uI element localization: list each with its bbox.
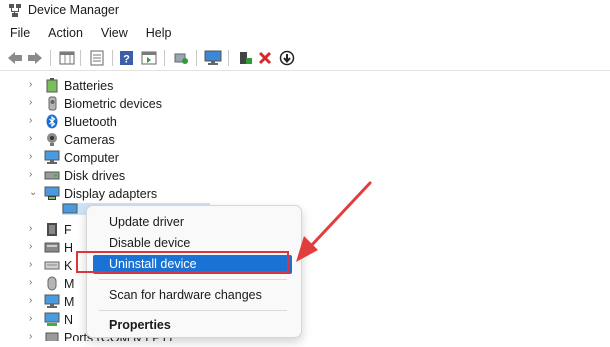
chevron-right-icon[interactable]: › (29, 278, 39, 288)
tree-item-computer[interactable]: › Computer (0, 149, 610, 167)
disable-device-icon[interactable] (278, 49, 296, 67)
menu-help[interactable]: Help (146, 26, 180, 44)
annotation-highlight-box (76, 251, 289, 273)
chevron-right-icon[interactable]: › (29, 332, 39, 342)
scan-hardware-icon[interactable] (172, 49, 190, 67)
chevron-right-icon[interactable]: › (29, 314, 39, 324)
chevron-right-icon[interactable]: › (29, 80, 39, 90)
tree-item-label: K (64, 259, 73, 273)
chevron-right-icon[interactable]: › (29, 170, 39, 180)
keyboard-icon (44, 261, 60, 270)
window-title: Device Manager (28, 3, 120, 17)
computer-icon (44, 150, 60, 164)
tree-item-disk-drives[interactable]: › Disk drives (0, 167, 610, 185)
tree-item-label: M (64, 295, 75, 309)
disk-drive-icon (44, 171, 60, 180)
menu-view[interactable]: View (101, 26, 136, 44)
tree-item-label: H (64, 241, 74, 255)
forward-arrow-icon[interactable] (26, 49, 44, 67)
chevron-right-icon[interactable]: › (29, 152, 39, 162)
toolbar-separator (80, 50, 81, 66)
tree-item-label: F (64, 223, 72, 237)
scan-hardware-menu-item[interactable]: Scan for hardware changes (109, 288, 262, 302)
toolbar-separator (50, 50, 51, 66)
menu-separator (99, 279, 287, 280)
update-driver-icon[interactable] (236, 49, 254, 67)
mouse-icon (47, 276, 57, 291)
properties-menu-item[interactable]: Properties (109, 318, 171, 332)
device-manager-app-icon (9, 4, 21, 17)
menu-separator (99, 310, 287, 311)
properties-grid-icon[interactable] (58, 49, 76, 67)
chevron-right-icon[interactable]: › (29, 242, 39, 252)
biometric-device-icon (48, 96, 57, 111)
chevron-right-icon[interactable]: › (29, 134, 39, 144)
toolbar-separator (228, 50, 229, 66)
tree-item-label: Display adapters (64, 187, 158, 201)
monitor-icon[interactable] (204, 49, 222, 67)
update-driver-menu-item[interactable]: Update driver (109, 215, 184, 229)
tree-item-label: Disk drives (64, 169, 126, 183)
display-adapter-icon (62, 203, 78, 214)
title-bar: Device Manager (0, 0, 610, 22)
human-interface-device-icon (44, 242, 60, 253)
display-adapter-icon (44, 186, 60, 200)
firmware-icon (47, 223, 57, 236)
chevron-right-icon[interactable]: › (29, 98, 39, 108)
tree-item-biometric-devices[interactable]: › Biometric devices (0, 95, 610, 113)
tree-item-label: M (64, 277, 75, 291)
svg-text:?: ? (123, 54, 130, 66)
menu-action[interactable]: Action (48, 26, 91, 44)
toolbar-separator (196, 50, 197, 66)
toolbar-separator (164, 50, 165, 66)
chevron-right-icon[interactable]: › (29, 116, 39, 126)
tree-item-label: Biometric devices (64, 97, 162, 111)
toolbar: ? (0, 46, 610, 71)
battery-icon (46, 78, 58, 93)
uninstall-x-icon[interactable] (256, 49, 274, 67)
chevron-down-icon[interactable]: ⌄ (29, 188, 39, 198)
help-icon[interactable]: ? (118, 49, 136, 67)
show-hidden-icon[interactable] (88, 49, 106, 67)
disable-device-menu-item[interactable]: Disable device (109, 236, 190, 250)
tree-item-label: Computer (64, 151, 119, 165)
port-icon (45, 332, 59, 341)
chevron-right-icon[interactable]: › (29, 224, 39, 234)
camera-icon (47, 133, 57, 146)
menu-file[interactable]: File (10, 26, 38, 44)
action-pane-icon[interactable] (140, 49, 158, 67)
toolbar-separator (112, 50, 113, 66)
tree-item-label: N (64, 313, 74, 327)
tree-item-batteries[interactable]: › Batteries (0, 77, 610, 95)
chevron-right-icon[interactable]: › (29, 260, 39, 270)
tree-item-label: Cameras (64, 133, 115, 147)
monitor-device-icon (44, 294, 60, 308)
back-arrow-icon[interactable] (6, 49, 24, 67)
bluetooth-icon (46, 114, 58, 129)
tree-item-label: Batteries (64, 79, 114, 93)
network-adapter-icon (44, 312, 60, 326)
tree-item-bluetooth[interactable]: › Bluetooth (0, 113, 610, 131)
menu-bar: File Action View Help (0, 26, 180, 44)
chevron-right-icon[interactable]: › (29, 296, 39, 306)
tree-item-cameras[interactable]: › Cameras (0, 131, 610, 149)
tree-item-display-adapters[interactable]: ⌄ Display adapters (0, 185, 610, 203)
tree-item-label: Bluetooth (64, 115, 117, 129)
